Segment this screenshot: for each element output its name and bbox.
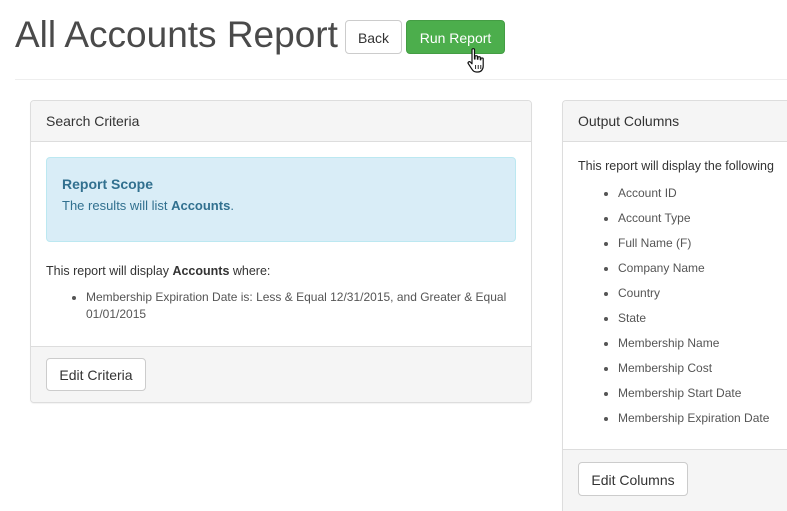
column-item: Full Name (F) bbox=[618, 233, 769, 258]
page-header: All Accounts Report Back Run Report bbox=[0, 0, 787, 80]
columns-list: Account ID Account Type Full Name (F) Co… bbox=[578, 183, 769, 433]
column-item: State bbox=[618, 308, 769, 333]
back-button[interactable]: Back bbox=[345, 20, 402, 54]
run-report-button[interactable]: Run Report bbox=[406, 20, 505, 54]
column-item: Membership Start Date bbox=[618, 383, 769, 408]
report-scope-alert: Report Scope The results will list Accou… bbox=[46, 157, 516, 242]
search-criteria-panel: Search Criteria Report Scope The results… bbox=[30, 100, 532, 403]
scope-prefix: The results will list bbox=[62, 198, 172, 213]
scope-suffix: . bbox=[230, 198, 234, 213]
column-item: Membership Expiration Date bbox=[618, 408, 769, 433]
columns-lead-text: This report will display the following bbox=[578, 159, 774, 173]
search-criteria-heading: Search Criteria bbox=[31, 101, 531, 142]
output-columns-heading: Output Columns bbox=[563, 101, 787, 142]
column-item: Country bbox=[618, 283, 769, 308]
lead-suffix: where: bbox=[229, 264, 271, 278]
column-item: Membership Name bbox=[618, 333, 769, 358]
search-criteria-footer: Edit Criteria bbox=[31, 346, 531, 402]
criteria-list: Membership Expiration Date is: Less & Eq… bbox=[46, 289, 516, 323]
scope-entity: Accounts bbox=[171, 198, 231, 213]
column-item: Membership Cost bbox=[618, 358, 769, 383]
output-columns-panel: Output Columns This report will display … bbox=[562, 100, 787, 511]
output-columns-footer: Edit Columns bbox=[563, 449, 787, 511]
edit-criteria-button[interactable]: Edit Criteria bbox=[46, 358, 146, 391]
hand-pointer-icon bbox=[467, 48, 484, 73]
column-item: Account Type bbox=[618, 208, 769, 233]
edit-columns-button[interactable]: Edit Columns bbox=[578, 462, 688, 496]
lead-entity: Accounts bbox=[172, 264, 230, 278]
report-scope-text: The results will list Accounts. bbox=[62, 196, 500, 216]
column-item: Account ID bbox=[618, 183, 769, 208]
lead-prefix: This report will display bbox=[46, 264, 173, 278]
column-item: Company Name bbox=[618, 258, 769, 283]
report-scope-title: Report Scope bbox=[62, 176, 154, 192]
page-title: All Accounts Report bbox=[15, 14, 338, 55]
header-divider bbox=[15, 79, 787, 80]
criteria-lead-text: This report will display Accounts where: bbox=[46, 261, 270, 281]
criteria-item: Membership Expiration Date is: Less & Eq… bbox=[86, 289, 516, 323]
